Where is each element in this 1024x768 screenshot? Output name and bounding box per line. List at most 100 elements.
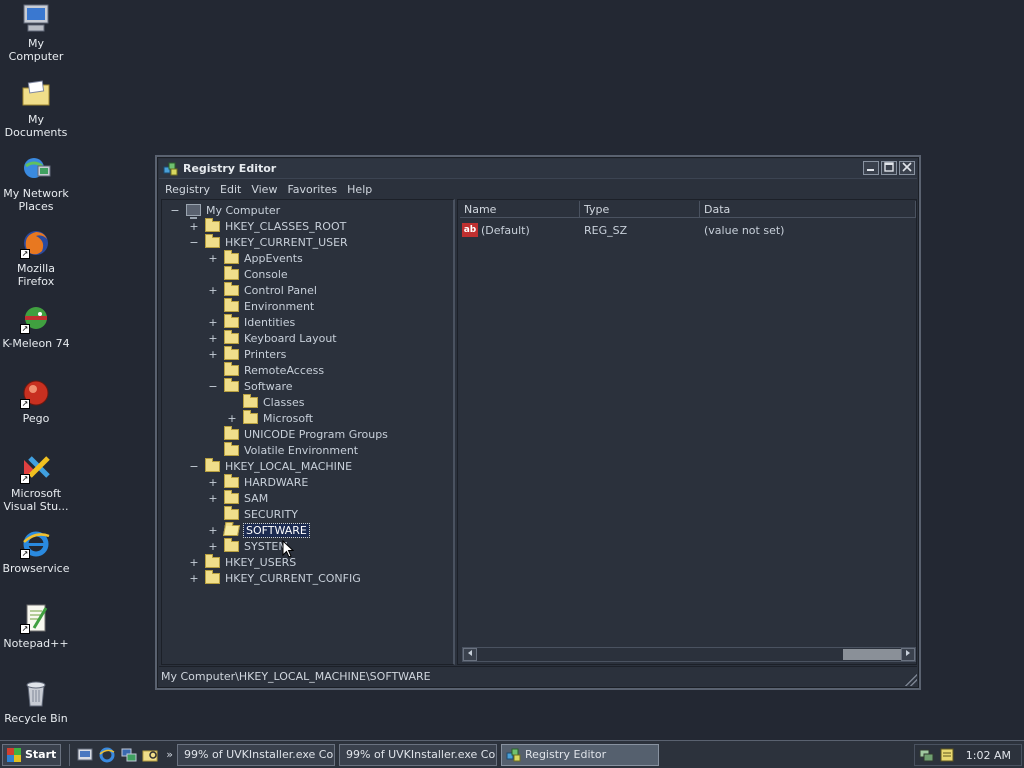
minimize-button[interactable] [863,161,879,175]
tree-node-label: Environment [244,299,315,313]
expand-icon[interactable]: + [208,284,218,297]
expand-icon[interactable]: + [208,316,218,329]
desktop-icon-recycle-bin[interactable]: Recycle Bin [0,677,72,725]
tree-node-keyboard-layout[interactable]: + Keyboard Layout [208,329,337,346]
ie-icon: ↗ [20,527,52,559]
menu-view[interactable]: View [247,183,283,196]
show-desktop-icon[interactable] [76,746,94,764]
title-bar[interactable]: Registry Editor [159,159,917,179]
tree-node-label: HKEY_CLASSES_ROOT [225,219,347,233]
expand-icon[interactable]: + [208,332,218,345]
values-list[interactable]: Name Type Data ab (Default) REG_SZ (valu… [457,199,917,665]
tree-node-security[interactable]: SECURITY [208,505,298,522]
list-header: Name Type Data [460,201,916,218]
tree-node-label: Microsoft [263,411,314,425]
expand-icon[interactable]: + [208,492,218,505]
expand-icon[interactable]: + [208,540,218,553]
computer-icon [20,2,52,34]
tree-node-label: Console [244,267,288,281]
start-button[interactable]: Start [2,743,62,766]
expand-icon[interactable]: + [189,572,199,585]
tree-node-hkey-classes-root[interactable]: + HKEY_CLASSES_ROOT [189,217,347,234]
tree-node-label: Printers [244,347,287,361]
collapse-icon[interactable]: − [189,236,199,249]
desktop-icon-label: Mozilla Firefox [17,262,55,288]
status-bar: My Computer\HKEY_LOCAL_MACHINE\SOFTWARE [159,666,917,686]
maximize-button[interactable] [881,161,897,175]
mouse-cursor-icon [282,540,294,558]
tree-node-unicode-program-groups[interactable]: UNICODE Program Groups [208,425,388,442]
scroll-left-button[interactable] [463,648,477,661]
expand-icon[interactable]: + [227,412,237,425]
desktop-icon-ie[interactable]: ↗ Browservice [0,527,72,575]
tree-node-identities[interactable]: + Identities [208,313,295,330]
expand-icon[interactable]: + [208,252,218,265]
quick-launch-chevron[interactable]: » [166,748,173,761]
task-button-registry-editor[interactable]: Registry Editor [501,743,660,766]
value-row[interactable]: ab (Default) REG_SZ (value not set) [462,222,784,238]
expand-icon[interactable]: + [189,220,199,233]
menu-help[interactable]: Help [343,183,378,196]
collapse-icon[interactable]: − [208,380,218,393]
tree-node-label: My Computer [206,203,281,217]
folder-icon [224,489,239,504]
expand-icon[interactable]: + [208,476,218,489]
tree-node-printers[interactable]: + Printers [208,345,287,362]
desktop-icon-kmeleon[interactable]: ↗ K-Meleon 74 [0,302,72,350]
search-folder-icon[interactable] [142,746,160,764]
tree-node-microsoft[interactable]: + Microsoft [227,409,314,426]
desktop-icon-network[interactable]: My Network Places [0,152,72,213]
close-button[interactable] [899,161,915,175]
tree-node-hkey-local-machine[interactable]: − HKEY_LOCAL_MACHINE [189,457,352,474]
resize-grip[interactable] [905,674,917,686]
collapse-icon[interactable]: − [170,204,180,217]
tree-node-classes[interactable]: Classes [227,393,304,410]
tree-node-remoteaccess[interactable]: RemoteAccess [208,361,324,378]
scroll-right-button[interactable] [901,648,915,661]
column-header-type[interactable]: Type [580,201,700,218]
network-tray-icon[interactable] [919,747,935,763]
registry-tree[interactable]: − My Computer + HKEY_CLASSES_ROOT − HKEY_CURR… [161,199,455,665]
collapse-icon[interactable]: − [189,460,199,473]
column-header-name[interactable]: Name [460,201,580,218]
clock: 1:02 AM [965,748,1011,762]
folder-icon [243,409,258,424]
desktop-icon-label: My Documents [4,113,68,139]
desktop-icon-pego[interactable]: ↗ Pego [0,377,72,425]
tree-node-appevents[interactable]: + AppEvents [208,249,303,266]
tree-node-hkey-current-user[interactable]: − HKEY_CURRENT_USER [189,233,348,250]
desktop-icon-documents-folder[interactable]: My Documents [0,78,72,139]
horizontal-scrollbar[interactable] [462,647,916,662]
desktop-icon-firefox[interactable]: ↗ Mozilla Firefox [0,227,72,288]
tree-node-hkey-current-config[interactable]: + HKEY_CURRENT_CONFIG [189,569,361,586]
tree-node-sam[interactable]: + SAM [208,489,268,506]
expand-icon[interactable]: + [189,556,199,569]
desktop-icon-visual-studio[interactable]: ↗ Microsoft Visual Stu... [0,452,72,513]
tree-node-system[interactable]: + SYSTEM [208,537,288,554]
tree-node-environment[interactable]: Environment [208,297,315,314]
desktop-icon-computer[interactable]: My Computer [0,2,72,63]
tree-node-hkey-users[interactable]: + HKEY_USERS [189,553,296,570]
tree-node-software[interactable]: + SOFTWARE [208,522,310,538]
tree-node-label: Control Panel [244,283,317,297]
tree-node-control-panel[interactable]: + Control Panel [208,281,317,298]
menu-edit[interactable]: Edit [216,183,247,196]
expand-icon[interactable]: + [208,348,218,361]
desktop-icon-notepadpp[interactable]: ↗ Notepad++ [0,602,72,650]
tree-node-hardware[interactable]: + HARDWARE [208,473,308,490]
network-icon[interactable] [120,746,138,764]
task-button-uvk-2[interactable]: 99% of UVKInstaller.exe Co... [339,743,498,766]
tree-node-console[interactable]: Console [208,265,288,282]
expand-icon[interactable]: + [208,524,218,537]
tree-node-volatile-environment[interactable]: Volatile Environment [208,441,358,458]
scroll-thumb[interactable] [843,649,901,660]
column-header-data[interactable]: Data [700,201,916,218]
menu-registry[interactable]: Registry [161,183,216,196]
menu-favorites[interactable]: Favorites [283,183,343,196]
notepad-tray-icon[interactable] [939,747,955,763]
ie-icon[interactable] [98,746,116,764]
tree-node-software[interactable]: − Software [208,377,293,394]
string-value-icon: ab [462,223,478,237]
tree-node-my-computer[interactable]: − My Computer [170,202,281,219]
task-button-uvk-1[interactable]: 99% of UVKInstaller.exe Co... [177,743,336,766]
